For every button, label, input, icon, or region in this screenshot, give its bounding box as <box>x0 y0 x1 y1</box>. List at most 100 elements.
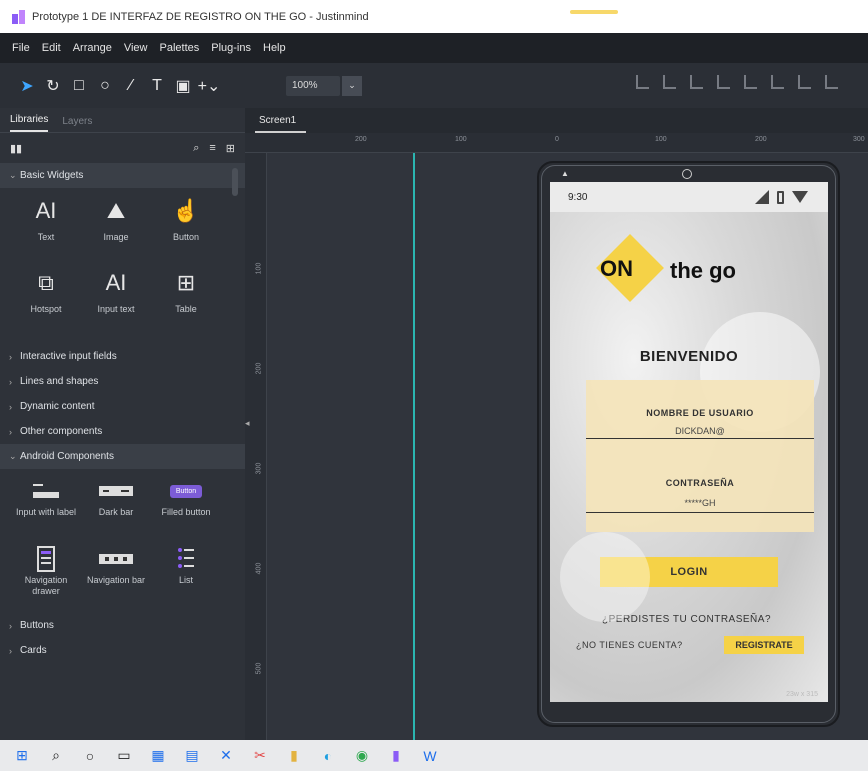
filled-button-badge: Button <box>169 484 203 498</box>
tab-screen1[interactable]: Screen1 <box>255 115 307 133</box>
grid-view-icon[interactable]: ⊞ <box>226 142 235 155</box>
align-center-icon[interactable] <box>663 75 676 89</box>
logo-on-text: ON <box>600 256 633 281</box>
widget-filled-button[interactable]: Button Filled button <box>152 477 220 545</box>
guide-line[interactable] <box>413 153 415 740</box>
image-icon[interactable]: ▣ <box>170 73 196 99</box>
chevron-down-icon[interactable]: ⌄ <box>342 75 362 96</box>
section-buttons[interactable]: › Buttons <box>0 613 245 638</box>
justinmind-icon[interactable]: ▮ <box>388 747 404 764</box>
cortana-icon[interactable]: ○ <box>82 748 98 764</box>
widget-label: Navigation drawer <box>24 575 68 596</box>
tab-layers[interactable]: Layers <box>62 116 92 132</box>
collapse-panel-icon[interactable]: ◂ <box>245 418 250 429</box>
screen-tabs: Screen1 <box>245 108 868 133</box>
rectangle-icon[interactable]: □ <box>66 73 92 99</box>
distribute-h-icon[interactable] <box>798 75 811 89</box>
phone-screen[interactable]: 9:30 ON the go BIENVENIDO NOMBRE DE USUA… <box>550 182 828 702</box>
widget-label: List <box>178 575 193 585</box>
library-grid-icon[interactable]: ▮▮ <box>10 142 22 155</box>
panel-scrollbar[interactable] <box>232 168 238 196</box>
add-icon[interactable]: +⌄ <box>196 73 222 99</box>
menu-help[interactable]: Help <box>263 42 286 54</box>
section-cards[interactable]: › Cards <box>0 638 245 663</box>
text-icon[interactable]: T <box>144 73 170 99</box>
distribute-v-icon[interactable] <box>825 75 838 89</box>
menu-file[interactable]: File <box>12 42 30 54</box>
search-icon[interactable]: ⌕ <box>193 142 199 155</box>
section-lines-and-shapes[interactable]: › Lines and shapes <box>0 369 245 394</box>
search-icon[interactable]: ⌕ <box>48 747 64 764</box>
ruler-label: 0 <box>555 136 559 143</box>
section-dynamic-content[interactable]: › Dynamic content <box>0 394 245 419</box>
widget-input-text[interactable]: AI Input text <box>82 260 150 332</box>
folder-icon[interactable]: ▮ <box>286 747 302 764</box>
widget-navigation-drawer[interactable]: Navigation drawer <box>12 545 80 613</box>
zoom-input[interactable]: 100% <box>286 75 340 96</box>
username-field[interactable]: DICKDAN@ <box>586 426 814 436</box>
menu-edit[interactable]: Edit <box>42 42 61 54</box>
text-widget-icon: AI <box>35 198 57 223</box>
username-underline <box>586 438 814 439</box>
menu-plugins[interactable]: Plug-ins <box>211 42 251 54</box>
widget-list[interactable]: List <box>152 545 220 613</box>
forgot-password-link[interactable]: ¿PERDISTES TU CONTRASEÑA? <box>602 614 771 625</box>
password-field[interactable]: *****GH <box>586 498 814 508</box>
input-text-widget-icon: AI <box>105 270 127 295</box>
widget-dark-bar[interactable]: Dark bar <box>82 477 150 545</box>
calendar-icon[interactable]: ▦ <box>150 747 166 764</box>
section-android-components[interactable]: ⌄ Android Components <box>0 444 245 469</box>
chrome-icon[interactable]: ◉ <box>354 747 370 764</box>
ellipse-icon[interactable]: ○ <box>92 73 118 99</box>
section-basic-widgets[interactable]: ⌄ Basic Widgets <box>0 163 245 188</box>
list-icon <box>169 547 203 571</box>
align-right-icon[interactable] <box>690 75 703 89</box>
windows-start-icon[interactable]: ⊞ <box>14 747 30 764</box>
align-bottom-icon[interactable] <box>771 75 784 89</box>
section-label: Dynamic content <box>20 401 95 412</box>
chevron-right-icon: › <box>9 426 12 437</box>
section-interactive-input-fields[interactable]: › Interactive input fields <box>0 344 245 369</box>
widget-image[interactable]: ⛰ Image <box>82 188 150 260</box>
basic-widgets-grid: AI Text ⛰ Image ☝ Button ⧉ Hotspot AI In… <box>0 188 245 332</box>
panel-tabs: Libraries Layers <box>0 108 245 133</box>
ruler-label: 300 <box>255 462 263 475</box>
snip-icon[interactable]: ✂ <box>252 747 268 764</box>
widget-table[interactable]: ⊞ Table <box>152 260 220 332</box>
word-icon[interactable]: W <box>422 748 438 764</box>
edge-icon[interactable]: ◐ <box>320 748 336 764</box>
widget-text[interactable]: AI Text <box>12 188 80 260</box>
section-label: Buttons <box>20 620 54 631</box>
widget-input-with-label[interactable]: Input with label <box>12 477 80 545</box>
design-canvas[interactable]: Screen1 200 100 0 100 200 300 100 200 30… <box>245 108 868 740</box>
menu-palettes[interactable]: Palettes <box>160 42 200 54</box>
menu-arrange[interactable]: Arrange <box>73 42 112 54</box>
select-arrow-icon[interactable]: ➤ <box>14 73 40 99</box>
section-label: Lines and shapes <box>20 376 99 387</box>
section-other-components[interactable]: › Other components <box>0 419 245 444</box>
vscode-icon[interactable]: ✕ <box>218 747 234 764</box>
list-view-icon[interactable]: ≡ <box>209 142 215 155</box>
align-middle-icon[interactable] <box>744 75 757 89</box>
lasso-icon[interactable]: ↻ <box>40 73 66 99</box>
windows-taskbar: ⊞ ⌕ ○ ▭ ▦ ▤ ✕ ✂ ▮ ◐ ◉ ▮ W <box>0 740 868 771</box>
phone-frame: ▲ 9:30 ON the go BIENVENIDO NOMBRE DE US… <box>537 161 840 727</box>
password-underline <box>586 512 814 513</box>
widget-hotspot[interactable]: ⧉ Hotspot <box>12 260 80 332</box>
tab-libraries[interactable]: Libraries <box>10 114 49 132</box>
ruler-label: 100 <box>255 262 263 275</box>
login-button[interactable]: LOGIN <box>600 557 778 587</box>
battery-icon <box>777 190 784 204</box>
align-left-icon[interactable] <box>636 75 649 89</box>
register-button[interactable]: REGISTRATE <box>724 636 804 654</box>
menu-view[interactable]: View <box>124 42 148 54</box>
store-icon[interactable]: ▤ <box>184 747 200 764</box>
widget-button[interactable]: ☝ Button <box>152 188 220 260</box>
align-top-icon[interactable] <box>717 75 730 89</box>
signal-icon <box>755 190 769 204</box>
widget-navigation-bar[interactable]: Navigation bar <box>82 545 150 613</box>
widget-label: Button <box>172 232 200 242</box>
task-view-icon[interactable]: ▭ <box>116 747 132 764</box>
chevron-right-icon: › <box>9 376 12 387</box>
line-icon[interactable]: ∕ <box>118 73 144 99</box>
